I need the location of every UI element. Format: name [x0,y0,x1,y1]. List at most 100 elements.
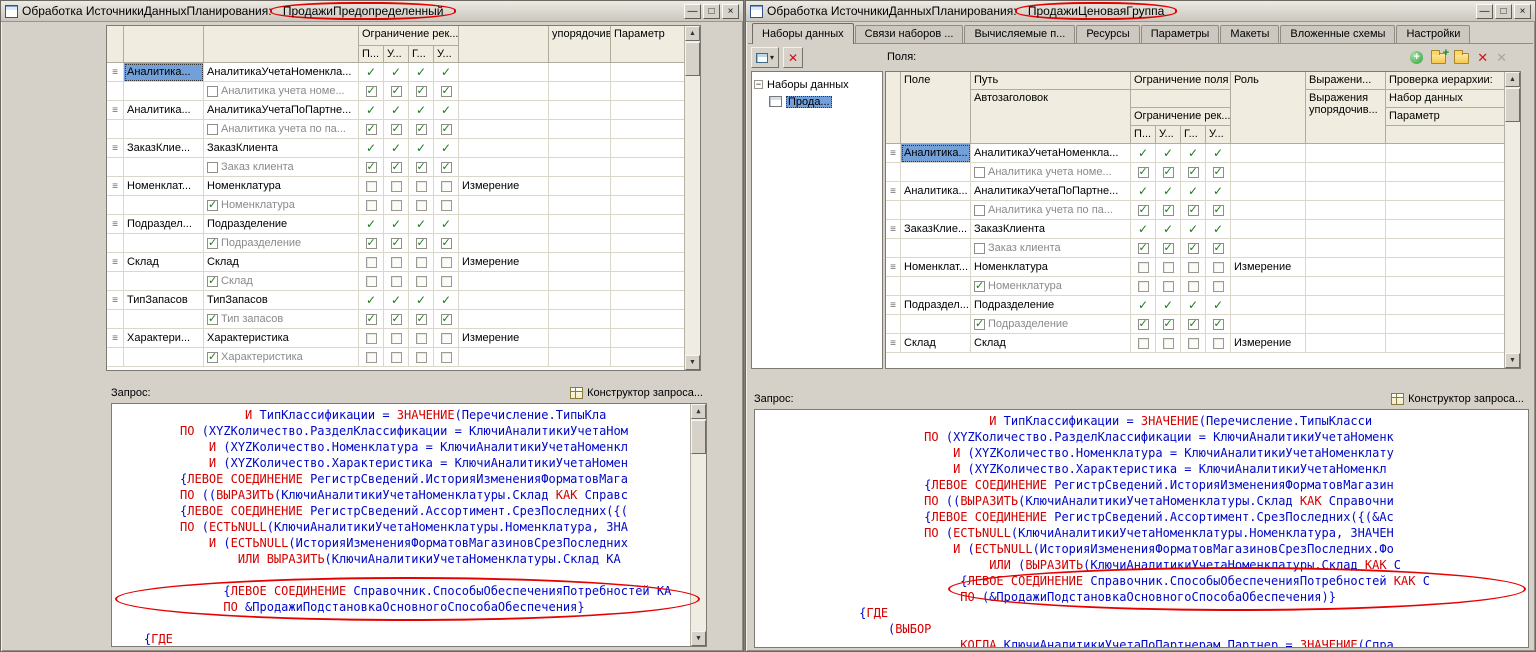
autotitle-cell[interactable]: ✓Тип запасов [204,310,359,329]
scroll-up-icon[interactable]: ▲ [685,26,700,41]
tab[interactable]: Вложенные схемы [1280,25,1395,43]
autotitle-checkbox[interactable]: ✓ [974,319,985,330]
role-cell[interactable] [459,348,549,367]
restriction-checkbox[interactable] [409,272,434,291]
role-cell[interactable]: Измерение [1231,334,1306,353]
restriction-checkbox[interactable] [1156,334,1181,353]
field-name-cell[interactable] [124,120,204,139]
tab[interactable]: Макеты [1220,25,1279,43]
restriction-checkbox[interactable]: ✓ [1181,220,1206,239]
restriction-checkbox[interactable]: ✓ [359,291,384,310]
field-name-cell[interactable]: Подраздел... [901,296,971,315]
close-button[interactable]: × [722,4,739,19]
restriction-checkbox[interactable]: ✓ [359,82,384,101]
query-editor[interactable]: И ТипКлассификации = ЗНАЧЕНИЕ(Перечислен… [754,409,1529,648]
autotitle-row[interactable]: ✓Склад [107,272,684,291]
restriction-checkbox[interactable] [359,348,384,367]
order-expression-cell[interactable] [549,348,611,367]
tab[interactable]: Вычисляемые п... [964,25,1075,43]
parameter-cell[interactable] [611,177,684,196]
restriction-checkbox[interactable] [1156,277,1181,296]
path-cell[interactable]: Номенклатура [204,177,359,196]
restriction-checkbox[interactable]: ✓ [384,215,409,234]
autotitle-cell[interactable]: ✓Номенклатура [971,277,1131,296]
restriction-checkbox[interactable]: ✓ [1206,144,1231,163]
autotitle-cell[interactable]: ✓Подразделение [971,315,1131,334]
parameter-cell[interactable] [611,348,684,367]
right-titlebar[interactable]: Обработка ИсточникиДанныхПланирования: П… [746,1,1535,22]
order-expression-cell[interactable] [1306,315,1386,334]
autotitle-cell[interactable]: ✓Подразделение [204,234,359,253]
restriction-checkbox[interactable]: ✓ [384,101,409,120]
order-expression-cell[interactable] [549,82,611,101]
restriction-checkbox[interactable]: ✓ [434,63,459,82]
restriction-checkbox[interactable] [359,329,384,348]
role-cell[interactable] [459,158,549,177]
path-cell[interactable]: АналитикаУчетаПоПартне... [971,182,1131,201]
autotitle-cell[interactable]: Аналитика учета номе... [204,82,359,101]
restriction-checkbox[interactable]: ✓ [1181,201,1206,220]
restriction-checkbox[interactable] [409,196,434,215]
parameter-cell[interactable] [1386,334,1504,353]
scroll-thumb[interactable] [691,420,706,454]
field-name-cell[interactable] [124,82,204,101]
order-expression-cell[interactable] [549,310,611,329]
role-cell[interactable]: Измерение [459,329,549,348]
restriction-checkbox[interactable] [1206,258,1231,277]
restriction-checkbox[interactable]: ✓ [1181,182,1206,201]
restriction-checkbox[interactable]: ✓ [409,63,434,82]
parameter-cell[interactable] [611,234,684,253]
autotitle-checkbox[interactable]: ✓ [207,276,218,287]
order-expression-cell[interactable] [549,177,611,196]
parameter-cell[interactable] [1386,277,1504,296]
restriction-checkbox[interactable]: ✓ [1131,220,1156,239]
restriction-checkbox[interactable]: ✓ [384,139,409,158]
order-expression-cell[interactable] [1306,201,1386,220]
role-cell[interactable] [459,215,549,234]
maximize-button[interactable]: □ [1495,4,1512,19]
order-expression-cell[interactable] [1306,144,1386,163]
parameter-cell[interactable] [611,101,684,120]
parameter-cell[interactable] [611,120,684,139]
parameter-cell[interactable] [611,139,684,158]
tab[interactable]: Параметры [1141,25,1220,43]
restriction-checkbox[interactable] [384,329,409,348]
restriction-checkbox[interactable]: ✓ [359,63,384,82]
parameter-cell[interactable] [611,272,684,291]
order-expression-cell[interactable] [549,215,611,234]
parameter-cell[interactable] [611,310,684,329]
autotitle-checkbox[interactable]: ✓ [207,200,218,211]
path-cell[interactable]: Номенклатура [971,258,1131,277]
order-expression-cell[interactable] [549,139,611,158]
autotitle-cell[interactable]: Аналитика учета по па... [204,120,359,139]
restriction-checkbox[interactable]: ✓ [1156,163,1181,182]
role-cell[interactable]: Измерение [459,177,549,196]
restriction-checkbox[interactable]: ✓ [1156,182,1181,201]
restriction-checkbox[interactable] [1206,334,1231,353]
scroll-thumb[interactable] [1505,88,1520,122]
restriction-checkbox[interactable]: ✓ [409,215,434,234]
autotitle-row[interactable]: Аналитика учета номе...✓✓✓✓ [107,82,684,101]
path-cell[interactable]: ЗаказКлиента [204,139,359,158]
role-cell[interactable]: Измерение [459,253,549,272]
restriction-checkbox[interactable] [359,196,384,215]
role-cell[interactable] [1231,220,1306,239]
autotitle-checkbox[interactable]: ✓ [974,281,985,292]
query-builder-link[interactable]: Конструктор запроса... [1391,393,1524,405]
autotitle-cell[interactable]: Заказ клиента [971,239,1131,258]
restriction-checkbox[interactable] [384,272,409,291]
table-scrollbar[interactable]: ▲ ▼ [1504,72,1520,368]
parameter-cell[interactable] [1386,296,1504,315]
parameter-cell[interactable] [611,253,684,272]
restriction-checkbox[interactable]: ✓ [1206,296,1231,315]
autotitle-checkbox[interactable] [207,86,218,97]
parameter-cell[interactable] [611,82,684,101]
restriction-checkbox[interactable] [1181,277,1206,296]
restriction-checkbox[interactable] [434,348,459,367]
restriction-checkbox[interactable]: ✓ [409,82,434,101]
query-builder-link[interactable]: Конструктор запроса... [570,387,703,399]
restriction-checkbox[interactable]: ✓ [359,215,384,234]
add-dataset-button[interactable]: ▾ [751,47,779,68]
parameter-cell[interactable] [611,329,684,348]
restriction-checkbox[interactable]: ✓ [434,158,459,177]
